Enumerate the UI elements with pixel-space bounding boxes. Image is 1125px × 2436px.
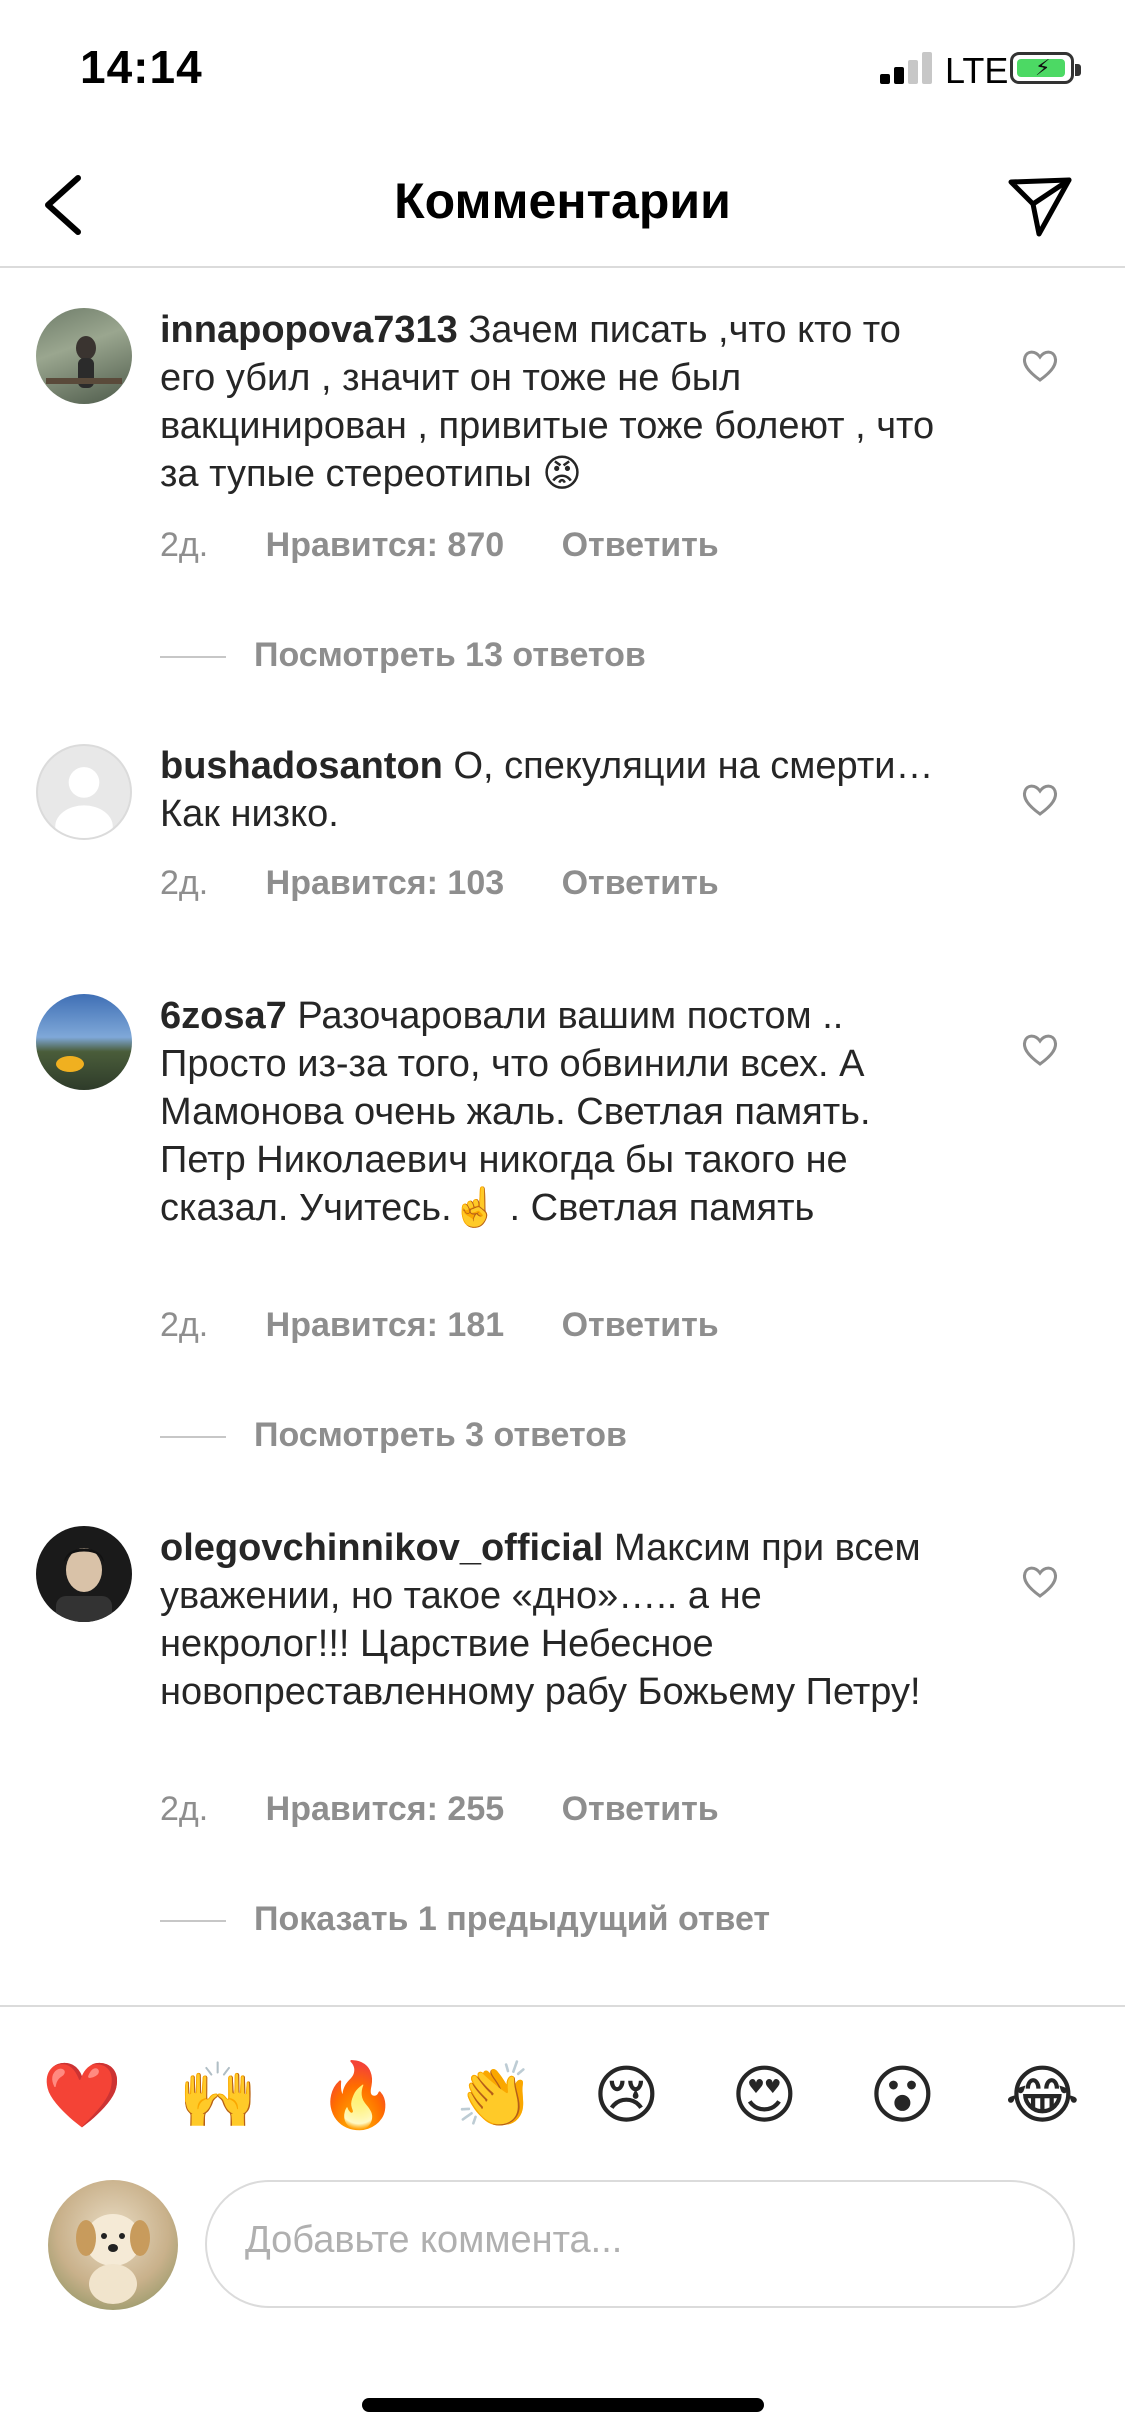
battery-icon: ⚡ [1010,52,1081,84]
nav-header: Комментарии [0,140,1125,268]
signal-icon [880,52,936,84]
comment-text: bushadosanton О, спекуляции на смерти… К… [160,742,960,838]
avatar[interactable] [36,308,132,404]
reaction-clapping[interactable]: 👏 [455,2055,535,2135]
comment-likes[interactable]: Нравится: 181 [266,1306,504,1344]
quick-reactions: ❤️ 🙌 🔥 👏 😢 😍 😮 😂 [0,2005,1125,2157]
comment-input[interactable] [243,2218,1047,2263]
reaction-surprised[interactable]: 😮 [869,2055,936,2135]
divider-line [160,656,226,659]
comment-meta: 2д. Нравится: 255 Ответить [160,1790,767,1829]
comment-username[interactable]: bushadosanton [160,745,443,787]
avatar[interactable] [36,744,132,840]
like-heart-icon[interactable] [1020,1562,1060,1602]
like-heart-icon[interactable] [1020,346,1060,386]
divider-line [160,1436,226,1439]
like-heart-icon[interactable] [1020,780,1060,820]
comment-likes[interactable]: Нравится: 255 [266,1790,504,1828]
page-title: Комментарии [394,173,731,229]
view-replies-button[interactable]: Посмотреть 3 ответов [160,1416,627,1455]
status-bar: 14:14 LTE ⚡ [0,0,1125,140]
comment-username[interactable]: innapopova7313 [160,309,458,351]
comment-composer [0,2160,1125,2310]
comment-likes[interactable]: Нравится: 870 [266,526,504,564]
view-replies-label: Посмотреть 3 ответов [254,1416,627,1454]
comment-age: 2д. [160,1790,209,1828]
comment-meta: 2д. Нравится: 181 Ответить [160,1306,767,1345]
comment-text: innapopova7313 Зачем писать ,что кто то … [160,306,960,498]
comment-meta: 2д. Нравится: 103 Ответить [160,864,767,903]
reply-button[interactable]: Ответить [562,1306,719,1344]
comment-age: 2д. [160,1306,209,1344]
comment-meta: 2д. Нравится: 870 Ответить [160,526,767,565]
view-replies-button[interactable]: Посмотреть 13 ответов [160,636,646,675]
user-avatar [48,2180,178,2310]
status-time: 14:14 [80,41,203,93]
view-replies-label: Показать 1 предыдущий ответ [254,1900,771,1938]
comment-username[interactable]: olegovchinnikov_official [160,1527,603,1569]
view-replies-label: Посмотреть 13 ответов [254,636,646,674]
comment-age: 2д. [160,526,209,564]
comment-text: 6zosa7 Разочаровали вашим постом .. Прос… [160,992,960,1232]
divider-line [160,1920,226,1923]
reaction-laughing[interactable]: 😂 [1005,2055,1080,2135]
reply-button[interactable]: Ответить [562,1790,719,1828]
comment-username[interactable]: 6zosa7 [160,995,287,1037]
reply-button[interactable]: Ответить [562,864,719,902]
reaction-heart-eyes[interactable]: 😍 [731,2055,798,2135]
avatar[interactable] [36,994,132,1090]
reaction-heart[interactable]: ❤️ [42,2055,122,2135]
reaction-crying[interactable]: 😢 [593,2055,660,2135]
comment-likes[interactable]: Нравится: 103 [266,864,504,902]
reaction-raising-hands[interactable]: 🙌 [178,2055,258,2135]
network-type: LTE [945,50,1009,91]
send-direct-icon[interactable] [1005,170,1075,240]
comment-age: 2д. [160,864,209,902]
comment-text: olegovchinnikov_official Максим при всем… [160,1524,960,1716]
view-replies-button[interactable]: Показать 1 предыдущий ответ [160,1900,770,1939]
like-heart-icon[interactable] [1020,1030,1060,1070]
reply-button[interactable]: Ответить [562,526,719,564]
home-indicator[interactable] [362,2398,764,2412]
comment-input-wrapper [205,2180,1075,2308]
reaction-fire[interactable]: 🔥 [318,2055,398,2135]
avatar[interactable] [36,1526,132,1622]
